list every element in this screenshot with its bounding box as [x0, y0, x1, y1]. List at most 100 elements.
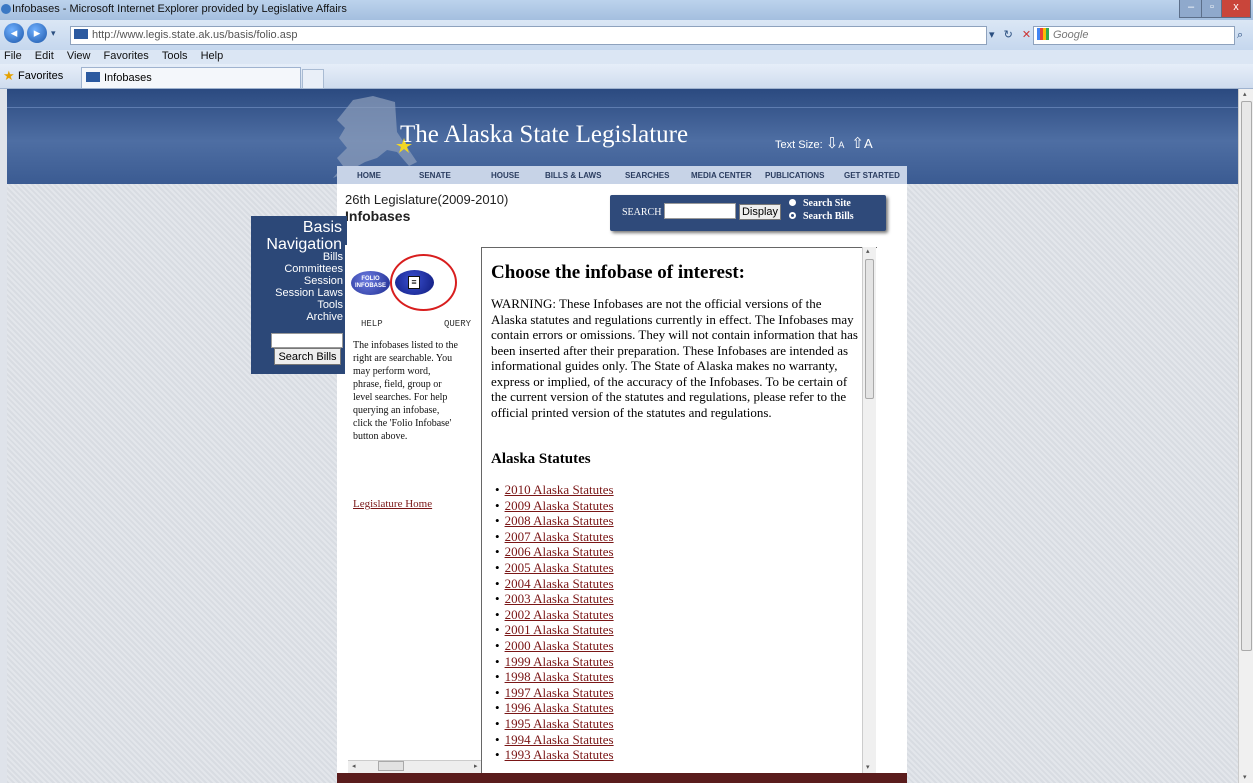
basis-link-committees[interactable]: Committees	[275, 263, 343, 275]
scroll-down-icon[interactable]: ▾	[866, 763, 870, 771]
statute-link[interactable]: 2003 Alaska Statutes	[505, 591, 614, 606]
legislature-label: 26th Legislature(2009-2010)	[345, 192, 509, 207]
nav-bills-laws[interactable]: BILLS & LAWS	[545, 171, 601, 180]
menu-favorites[interactable]: Favorites	[104, 50, 149, 62]
close-window-button[interactable]: x	[1221, 0, 1251, 18]
page-title: Infobases	[345, 208, 411, 224]
site-search-input[interactable]	[664, 203, 736, 219]
favorites-button[interactable]: Favorites	[18, 70, 63, 82]
statute-link[interactable]: 1999 Alaska Statutes	[505, 654, 614, 669]
search-bills-button[interactable]: Search Bills	[274, 348, 341, 365]
basis-link-bills[interactable]: Bills	[275, 251, 343, 263]
search-box[interactable]: Google	[1033, 26, 1235, 45]
forward-button[interactable]: ▸	[27, 23, 47, 43]
main-nav: HOME SENATE HOUSE BILLS & LAWS SEARCHES …	[337, 166, 907, 184]
menu-help[interactable]: Help	[201, 50, 224, 62]
site-title[interactable]: The Alaska State Legislature	[400, 121, 688, 149]
list-item: 2000 Alaska Statutes	[495, 638, 614, 654]
statute-link[interactable]: 2006 Alaska Statutes	[505, 544, 614, 559]
menu-edit[interactable]: Edit	[35, 50, 54, 62]
text-size-large[interactable]: A	[864, 136, 873, 151]
page-scroll-up-icon[interactable]: ▴	[1243, 90, 1247, 98]
basis-link-archive[interactable]: Archive	[275, 311, 343, 323]
highlight-circle	[390, 254, 457, 311]
new-tab-button[interactable]	[302, 69, 324, 89]
text-size-control: Text Size: ⇩A ⇧A	[775, 134, 873, 152]
history-dropdown-icon[interactable]: ▾	[51, 28, 56, 39]
nav-senate[interactable]: SENATE	[419, 171, 451, 180]
list-item: 2007 Alaska Statutes	[495, 529, 614, 545]
statute-link[interactable]: 1998 Alaska Statutes	[505, 669, 614, 684]
browser-tab[interactable]: Infobases	[81, 67, 301, 88]
statute-link[interactable]: 2007 Alaska Statutes	[505, 529, 614, 544]
list-item: 1994 Alaska Statutes	[495, 732, 614, 748]
window-titlebar: Infobases - Microsoft Internet Explorer …	[0, 0, 1253, 20]
vscroll-thumb[interactable]	[865, 259, 874, 399]
nav-home[interactable]: HOME	[357, 171, 381, 180]
nav-media-center[interactable]: MEDIA CENTER	[691, 171, 752, 180]
radio-search-site[interactable]: Search Site	[789, 198, 851, 209]
menu-tools[interactable]: Tools	[162, 50, 188, 62]
search-go-icon[interactable]: ⌕	[1237, 29, 1243, 42]
maximize-button[interactable]: ▫	[1201, 0, 1223, 18]
text-size-small[interactable]: A	[838, 140, 844, 150]
hscroll-thumb[interactable]	[378, 761, 404, 771]
statute-link[interactable]: 1995 Alaska Statutes	[505, 716, 614, 731]
statute-link[interactable]: 2002 Alaska Statutes	[505, 607, 614, 622]
statute-link[interactable]: 1997 Alaska Statutes	[505, 685, 614, 700]
nav-get-started[interactable]: GET STARTED	[844, 171, 900, 180]
right-frame: Choose the infobase of interest: WARNING…	[481, 247, 877, 774]
nav-searches[interactable]: SEARCHES	[625, 171, 669, 180]
bill-search-input[interactable]	[271, 333, 343, 348]
statute-link[interactable]: 2010 Alaska Statutes	[505, 482, 614, 497]
statute-link[interactable]: 1994 Alaska Statutes	[505, 732, 614, 747]
basis-link-tools[interactable]: Tools	[275, 299, 343, 311]
list-item: 2004 Alaska Statutes	[495, 576, 614, 592]
statute-link[interactable]: 2005 Alaska Statutes	[505, 560, 614, 575]
scroll-right-icon[interactable]: ▸	[474, 762, 478, 770]
left-frame-hscrollbar[interactable]: ◂ ▸	[348, 760, 481, 773]
legislature-home-link[interactable]: Legislature Home	[353, 498, 432, 510]
query-label: QUERY	[444, 319, 472, 329]
statute-link[interactable]: 2001 Alaska Statutes	[505, 622, 614, 637]
basis-link-session[interactable]: Session	[275, 275, 343, 287]
refresh-icon[interactable]: ↻	[1004, 29, 1013, 41]
folio-infobase-icon[interactable]: FOLIO INFOBASE	[351, 271, 390, 295]
statutes-heading: Alaska Statutes	[491, 451, 591, 467]
statute-link[interactable]: 1996 Alaska Statutes	[505, 700, 614, 715]
list-item: 1996 Alaska Statutes	[495, 700, 614, 716]
infobase-heading: Choose the infobase of interest:	[491, 262, 746, 283]
scroll-up-icon[interactable]: ▴	[866, 247, 870, 255]
url-dropdown-icon[interactable]: ▾	[989, 29, 995, 41]
stop-icon[interactable]: ✕	[1022, 29, 1031, 41]
menu-view[interactable]: View	[67, 50, 91, 62]
statute-link[interactable]: 2009 Alaska Statutes	[505, 498, 614, 513]
url-field[interactable]: http://www.legis.state.ak.us/basis/folio…	[70, 26, 987, 45]
statute-link[interactable]: 2008 Alaska Statutes	[505, 513, 614, 528]
statute-link[interactable]: 2000 Alaska Statutes	[505, 638, 614, 653]
list-item: 2005 Alaska Statutes	[495, 560, 614, 576]
page-scrollbar[interactable]: ▴ ▾	[1238, 89, 1253, 783]
right-frame-scrollbar[interactable]: ▴ ▾	[862, 247, 876, 773]
list-item: 2008 Alaska Statutes	[495, 513, 614, 529]
decrease-text-arrow-icon[interactable]: ⇩	[826, 135, 839, 152]
basis-link-session-laws[interactable]: Session Laws	[275, 287, 343, 299]
minimize-button[interactable]: –	[1179, 0, 1203, 18]
favorites-star-icon[interactable]: ★	[3, 68, 15, 84]
list-item: 2006 Alaska Statutes	[495, 544, 614, 560]
page-scroll-down-icon[interactable]: ▾	[1243, 773, 1247, 781]
radio-search-bills[interactable]: Search Bills	[789, 211, 854, 222]
page-scroll-thumb[interactable]	[1241, 101, 1252, 651]
display-button[interactable]: Display	[739, 204, 781, 220]
scroll-left-icon[interactable]: ◂	[352, 762, 356, 770]
nav-publications[interactable]: PUBLICATIONS	[765, 171, 824, 180]
list-item: 1995 Alaska Statutes	[495, 716, 614, 732]
list-item: 1998 Alaska Statutes	[495, 669, 614, 685]
increase-text-arrow-icon[interactable]: ⇧	[851, 135, 864, 152]
statute-link[interactable]: 2004 Alaska Statutes	[505, 576, 614, 591]
statute-link[interactable]: 1993 Alaska Statutes	[505, 747, 614, 762]
search-label: SEARCH	[622, 207, 662, 218]
menu-file[interactable]: File	[4, 50, 22, 62]
nav-house[interactable]: HOUSE	[491, 171, 519, 180]
back-button[interactable]: ◂	[4, 23, 24, 43]
